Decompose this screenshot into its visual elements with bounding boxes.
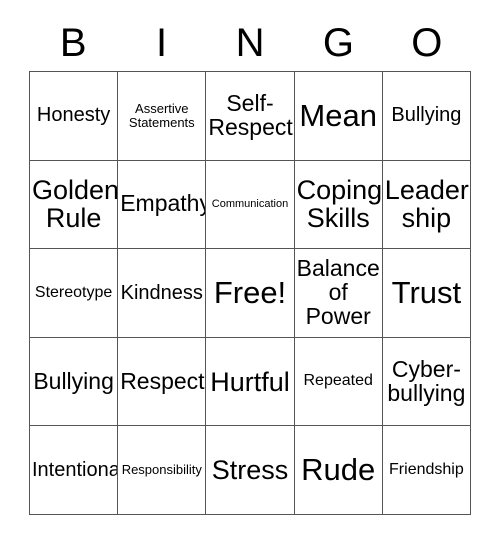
bingo-cell[interactable]: Trust	[382, 249, 471, 338]
bingo-cell-label: Kindness	[120, 281, 203, 304]
bingo-cell[interactable]: Respect	[118, 337, 207, 427]
bingo-cell-label: Responsibility	[121, 462, 202, 478]
bingo-cell-label: Friendship	[389, 460, 464, 478]
bingo-cell-label: Empathy	[120, 190, 207, 217]
bingo-cell-free-space[interactable]: Free!	[206, 249, 295, 338]
bingo-cell[interactable]: Assertive Statements	[118, 72, 207, 161]
bingo-grid: Honesty Assertive Statements Self- Respe…	[29, 71, 471, 515]
bingo-header-letter-g: G	[322, 21, 354, 65]
bingo-cell[interactable]: Balance of Power	[294, 249, 383, 338]
bingo-cell[interactable]: Friendship	[382, 426, 471, 515]
bingo-cell[interactable]: Empathy	[118, 160, 207, 250]
bingo-cell-label: Repeated	[303, 372, 373, 390]
bingo-cell[interactable]: Mean	[294, 72, 383, 161]
bingo-cell-label: Rude	[301, 452, 376, 488]
bingo-cell[interactable]: Communication	[206, 160, 295, 250]
bingo-cell-label: Golden Rule	[32, 175, 119, 234]
bingo-cell-label: Stress	[211, 455, 289, 486]
bingo-cell-label: Balance of Power	[296, 255, 380, 329]
bingo-cell[interactable]: Kindness	[118, 249, 207, 338]
bingo-cell-label: Honesty	[36, 104, 111, 127]
bingo-cell[interactable]: Stereotype	[30, 249, 119, 338]
bingo-cell[interactable]: Responsibility	[118, 426, 207, 515]
bingo-header-letter-b: B	[59, 21, 87, 65]
bingo-cell-label: Assertive Statements	[128, 101, 195, 130]
bingo-cell-label: Bullying	[33, 367, 114, 394]
bingo-cell-label: Hurtful	[210, 366, 290, 397]
bingo-cell-label: Coping Skills	[296, 175, 383, 234]
bingo-cell[interactable]: Hurtful	[206, 337, 295, 427]
bingo-cell[interactable]: Leader- ship	[382, 160, 471, 250]
bingo-cell[interactable]: Stress	[206, 426, 295, 515]
bingo-header-letter-i: I	[156, 21, 168, 65]
bingo-cell[interactable]: Bullying	[382, 72, 471, 161]
bingo-cell-label: Free!	[213, 274, 287, 310]
bingo-cell-label: Respect	[120, 367, 205, 394]
bingo-cell[interactable]: Repeated	[294, 337, 383, 427]
bingo-cell[interactable]: Self- Respect	[206, 72, 295, 161]
bingo-cell[interactable]: Honesty	[30, 72, 119, 161]
bingo-card: B I N G O Honesty Assertive Statements S…	[0, 0, 500, 544]
bingo-cell-label: Bullying	[391, 104, 462, 127]
bingo-cell[interactable]: Golden Rule	[30, 160, 119, 250]
bingo-cell-label: Stereotype	[34, 283, 113, 301]
bingo-cell-label: Trust	[391, 274, 462, 310]
bingo-cell[interactable]: Cyber- bullying	[382, 337, 471, 427]
bingo-cell[interactable]: Bullying	[30, 337, 119, 427]
bingo-cell-label: Intentional	[32, 458, 119, 481]
bingo-cell[interactable]: Coping Skills	[294, 160, 383, 250]
bingo-header-letter-o: O	[411, 21, 443, 65]
bingo-cell[interactable]: Intentional	[30, 426, 119, 515]
bingo-cell-label: Self- Respect	[208, 89, 293, 140]
bingo-header-row: B I N G O	[29, 18, 471, 68]
bingo-header-letter-n: N	[235, 21, 265, 65]
bingo-cell-label: Communication	[211, 197, 289, 210]
bingo-cell-label: Mean	[299, 97, 377, 133]
bingo-cell-label: Leader- ship	[384, 175, 471, 234]
bingo-cell[interactable]: Rude	[294, 426, 383, 515]
bingo-cell-label: Cyber- bullying	[387, 355, 466, 406]
